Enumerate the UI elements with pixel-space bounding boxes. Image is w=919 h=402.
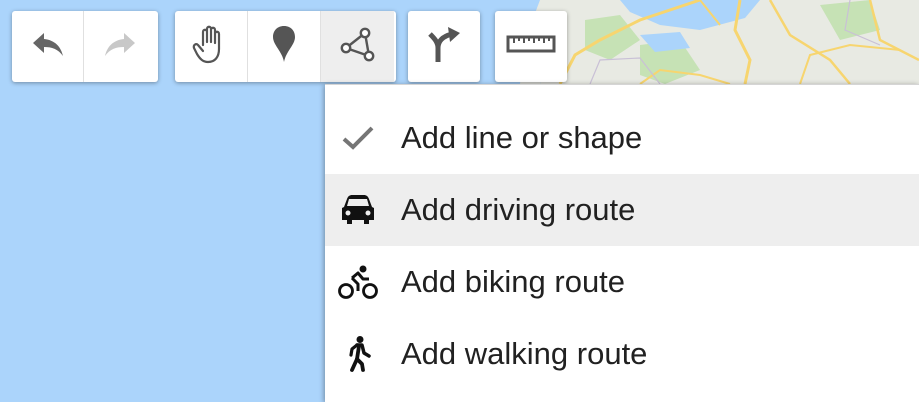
measure-toolbar xyxy=(495,11,567,82)
drawing-tools-toolbar xyxy=(175,11,396,82)
menu-item-add-driving-route[interactable]: Add driving route xyxy=(325,174,919,246)
marker-pin-icon xyxy=(271,24,297,69)
add-directions-button[interactable] xyxy=(408,11,480,82)
bicycle-icon xyxy=(338,262,378,302)
redo-button[interactable] xyxy=(84,11,156,82)
hand-pan-icon xyxy=(191,23,231,70)
undo-button[interactable] xyxy=(12,11,84,82)
add-marker-button[interactable] xyxy=(248,11,321,82)
menu-item-add-walking-route[interactable]: Add walking route xyxy=(325,318,919,390)
car-icon xyxy=(338,190,378,230)
directions-fork-icon xyxy=(426,24,462,69)
menu-item-label: Add walking route xyxy=(401,336,648,371)
undo-icon xyxy=(30,29,66,64)
checkmark-icon xyxy=(338,118,378,158)
ruler-icon xyxy=(506,32,556,61)
line-shape-icon xyxy=(338,24,378,69)
menu-item-add-biking-route[interactable]: Add biking route xyxy=(325,246,919,318)
measure-distance-button[interactable] xyxy=(495,11,567,82)
menu-item-label: Add line or shape xyxy=(401,120,643,155)
redo-icon xyxy=(102,29,138,64)
pan-tool-button[interactable] xyxy=(175,11,248,82)
directions-toolbar xyxy=(408,11,480,82)
walking-person-icon xyxy=(338,334,378,374)
history-toolbar xyxy=(12,11,158,82)
draw-line-button[interactable] xyxy=(321,11,394,82)
menu-item-label: Add biking route xyxy=(401,264,626,299)
menu-item-add-line-or-shape[interactable]: Add line or shape xyxy=(325,102,919,174)
line-tool-menu: Add line or shape Add driving route Add … xyxy=(325,84,919,402)
menu-item-label: Add driving route xyxy=(401,192,636,227)
